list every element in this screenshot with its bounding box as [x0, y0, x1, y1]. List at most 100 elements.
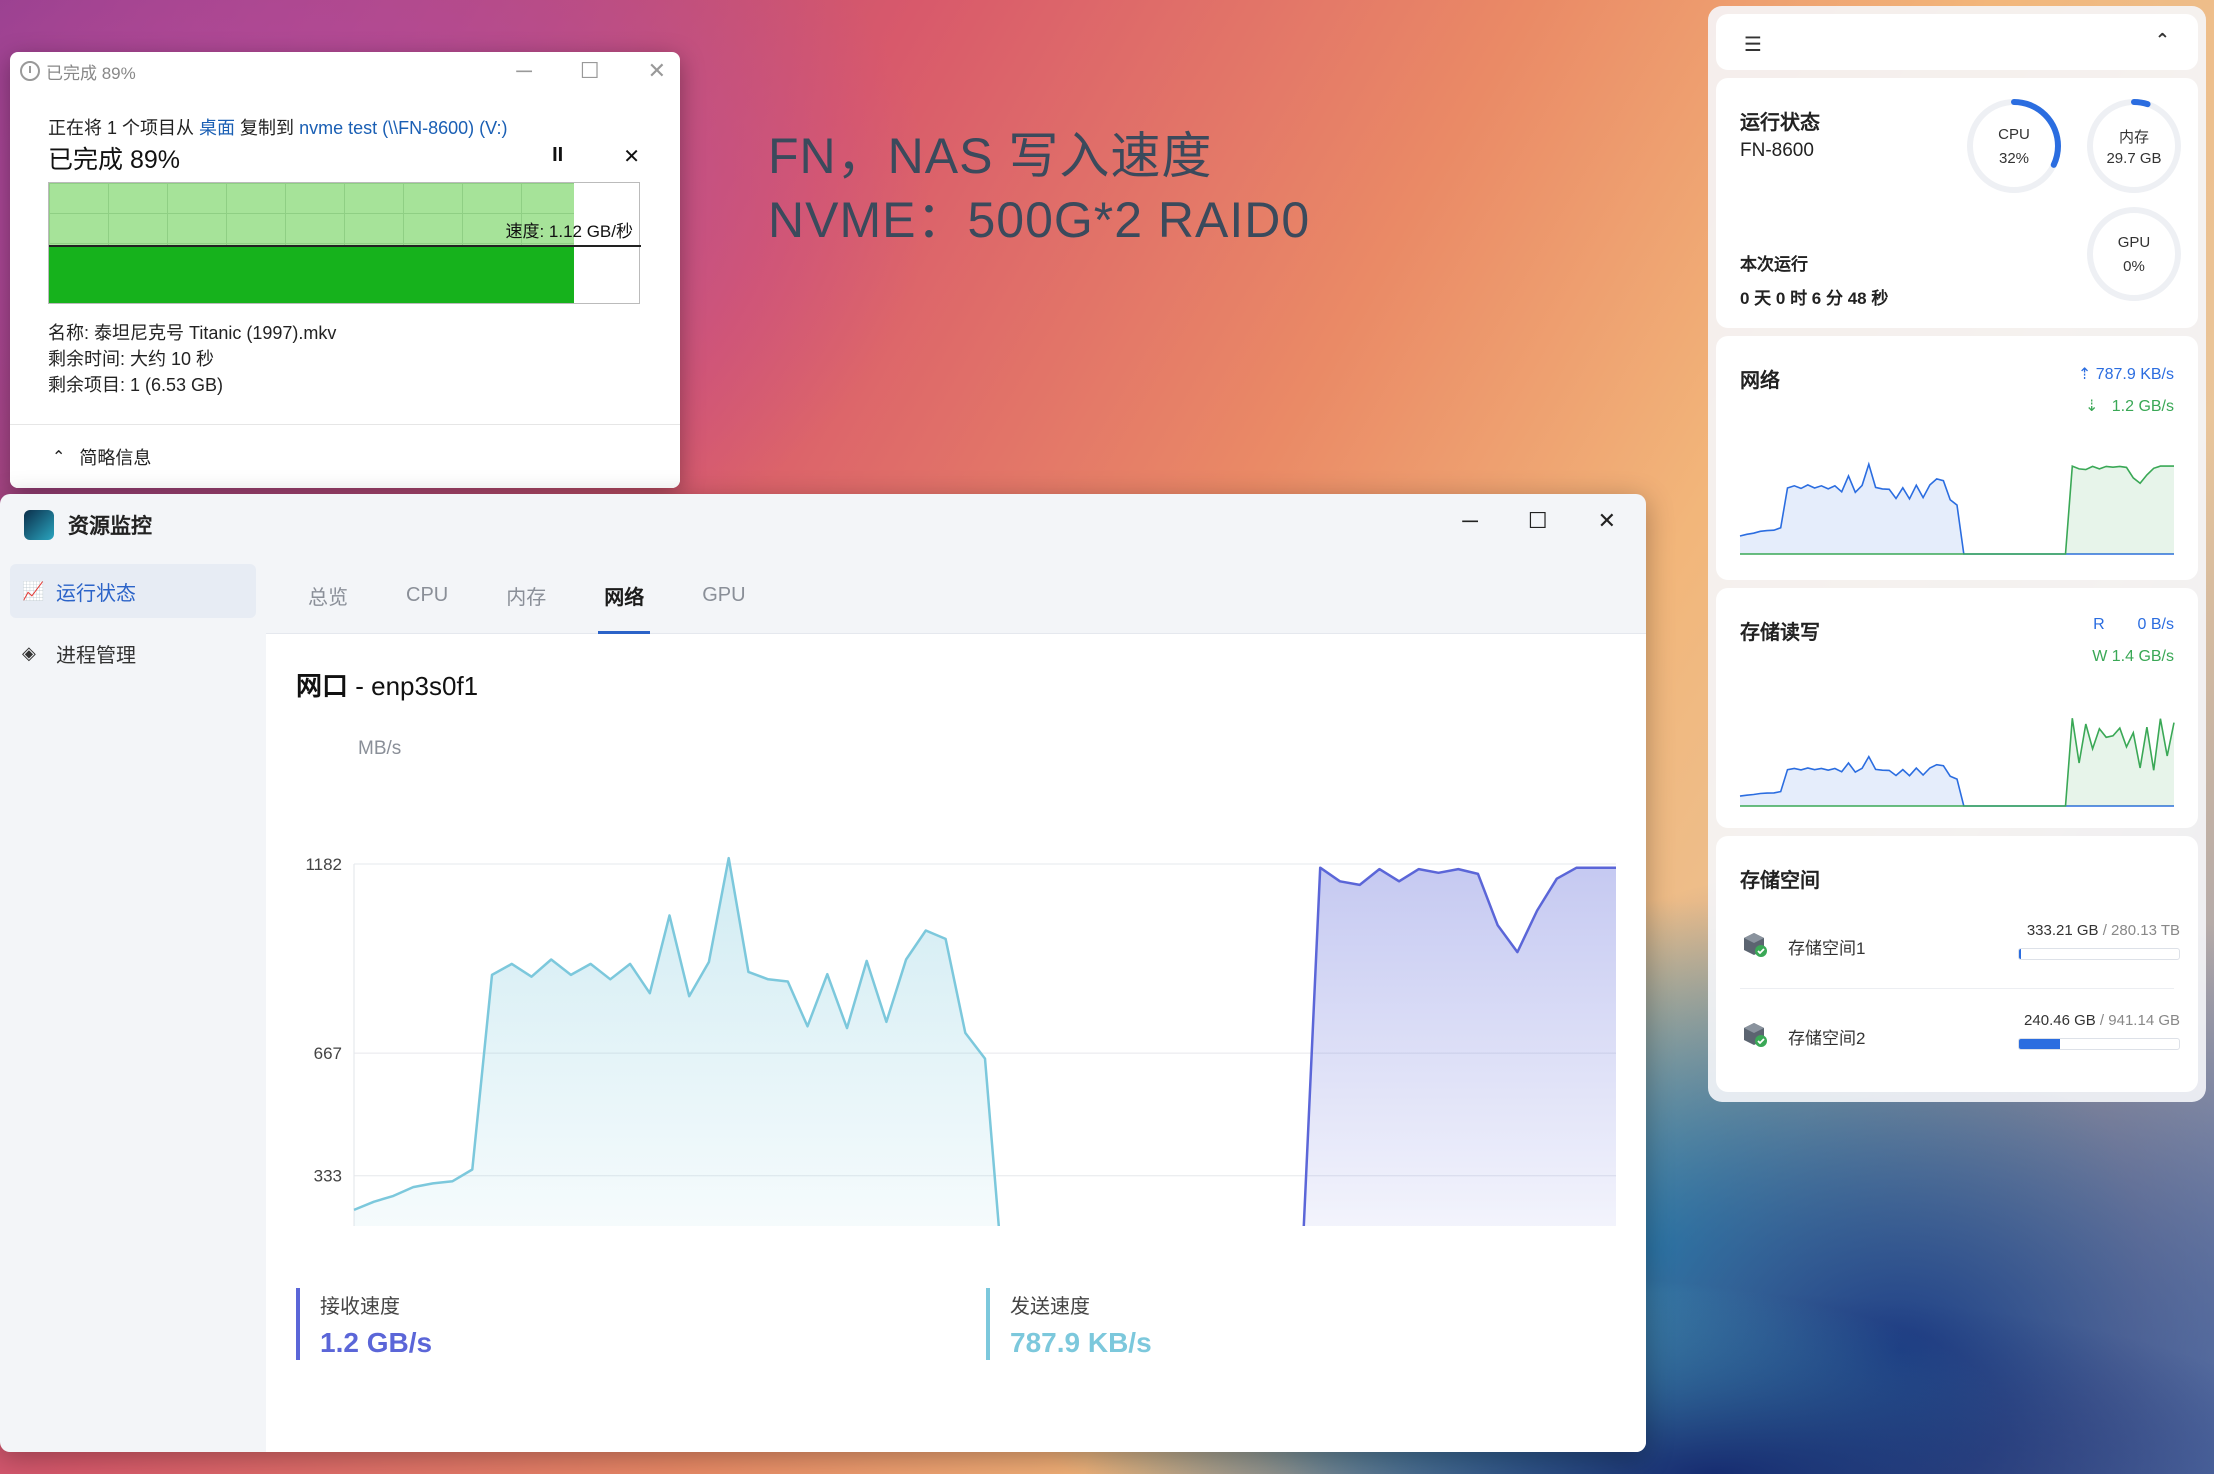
uptime-value: 0 天 0 时 6 分 48 秒	[1740, 289, 1889, 308]
clock-icon	[20, 61, 40, 81]
widget-settings-icon[interactable]: ☰	[1744, 32, 1762, 57]
resource-monitor-window: 资源监控 ─ ☐ ✕ 📈 运行状态 ◈ 进程管理 总览 CPU 内存 网络 GP…	[0, 494, 1646, 1452]
storage-usage-bar	[2018, 1038, 2180, 1050]
gpu-value: 0%	[2123, 258, 2145, 275]
send-stat: 发送速度 787.9 KB/s	[986, 1288, 1152, 1360]
close-button[interactable]: ✕	[1598, 508, 1616, 534]
chart-line-icon: 📈	[22, 580, 45, 601]
speed-line	[49, 245, 641, 247]
memory-ring: 内存 29.7 GB	[2086, 98, 2182, 194]
window-title: 资源监控	[68, 515, 152, 538]
receive-label: 接收速度	[320, 1296, 400, 1318]
sidebar-item-label: 进程管理	[56, 644, 136, 667]
file-name: 名称: 泰坦尼克号 Titanic (1997).mkv	[48, 323, 337, 343]
pause-button[interactable]: II	[552, 144, 563, 169]
storage-total: 280.13 TB	[2111, 922, 2180, 939]
sidebar-item-status[interactable]: 📈 运行状态	[10, 564, 256, 618]
status-title: 运行状态	[1740, 112, 1820, 134]
speed-fill	[49, 245, 575, 303]
network-card: 网络 ⇡ 787.9 KB/s ⇣ 1.2 GB/s	[1716, 336, 2198, 580]
divider	[1740, 988, 2174, 989]
storage-size: 333.21 GB / 280.13 TB	[2027, 922, 2180, 939]
tab-cpu[interactable]: CPU	[400, 556, 454, 634]
tab-overview[interactable]: 总览	[302, 556, 354, 634]
maximize-button: ☐	[579, 58, 600, 83]
storage-divider: /	[2098, 922, 2112, 939]
sidebar-item-processes[interactable]: ◈ 进程管理	[10, 626, 256, 680]
storage-usage-bar	[2018, 948, 2180, 960]
disk-mini-chart	[1739, 718, 2175, 807]
main-panel: 总览 CPU 内存 网络 GPU 网口 - enp3s0f1 MB/s 333 6…	[266, 556, 1646, 1452]
uptime-label: 本次运行	[1740, 255, 1808, 274]
tab-network[interactable]: 网络	[598, 556, 651, 634]
interface-heading: 网口 - enp3s0f1	[296, 666, 478, 703]
cpu-value: 32%	[1998, 150, 2030, 167]
send-value: 787.9 KB/s	[1010, 1327, 1152, 1358]
tab-bar: 总览 CPU 内存 网络 GPU	[266, 556, 1646, 634]
storage-row[interactable]: 存储空间1 333.21 GB / 280.13 TB	[1740, 916, 2180, 976]
copy-speed-graph: 速度: 1.12 GB/秒	[48, 182, 641, 304]
storage-usage-fill	[2019, 949, 2021, 959]
cpu-label: CPU	[1998, 126, 2030, 143]
storage-name: 存储空间2	[1788, 1029, 1866, 1048]
gpu-gauge	[2087, 207, 2181, 301]
storage-row[interactable]: 存储空间2 240.46 GB / 941.14 GB	[1740, 1006, 2180, 1066]
storage-size: 240.46 GB / 941.14 GB	[2024, 1012, 2180, 1029]
interface-name: enp3s0f1	[371, 671, 479, 701]
storage-name: 存储空间1	[1788, 939, 1866, 958]
storage-divider: /	[2095, 1012, 2109, 1029]
close-button[interactable]: ✕	[648, 58, 666, 84]
hostname: FN-8600	[1740, 140, 1814, 161]
chevron-up-icon: ⌃	[52, 448, 66, 466]
overlay-caption: FN，NAS 写入速度 NVME：500G*2 RAID0	[768, 124, 1310, 252]
network-chart: 333 667 1182	[305, 855, 1616, 1226]
y-tick-label: 1182	[305, 855, 342, 874]
maximize-button[interactable]: ☐	[1528, 508, 1548, 534]
layers-icon: ◈	[22, 642, 36, 663]
copy-speed: 速度: 1.12 GB/秒	[505, 222, 633, 241]
time-remaining: 剩余时间: 大约 10 秒	[48, 349, 215, 369]
cpu-gauge	[1967, 99, 2061, 193]
widget-panel: ☰ ⌃ 运行状态 FN-8600 CPU 32% 内存 29.7 GB GPU	[1708, 6, 2206, 1102]
copy-progress-dialog: 已完成 89% ─ ☐ ✕ 正在将 1 个项目从 桌面 复制到 nvme tes…	[10, 52, 680, 488]
chart-unit: MB/s	[358, 738, 402, 759]
tab-memory[interactable]: 内存	[500, 556, 552, 634]
tab-gpu[interactable]: GPU	[696, 556, 751, 634]
source-link[interactable]: 桌面	[199, 118, 235, 138]
network-mini-chart	[1739, 461, 2174, 555]
send-label: 发送速度	[1010, 1296, 1090, 1318]
sidebar: 📈 运行状态 ◈ 进程管理	[0, 556, 266, 1452]
interface-separator: -	[355, 671, 372, 701]
storage-used: 240.46 GB	[2024, 1012, 2096, 1029]
status-card: 运行状态 FN-8600 CPU 32% 内存 29.7 GB GPU 0% 本…	[1716, 78, 2198, 328]
y-tick-label: 333	[314, 1167, 342, 1186]
fewer-details-button[interactable]: ⌃ 简略信息	[10, 424, 680, 488]
overlay-line-2: NVME：500G*2 RAID0	[768, 192, 1311, 248]
cancel-copy-button[interactable]: ✕	[623, 144, 640, 169]
window-titlebar: 资源监控	[0, 494, 1646, 556]
widget-toolbar: ☰ ⌃	[1716, 14, 2198, 70]
memory-value: 29.7 GB	[2106, 150, 2162, 167]
copy-details: 名称: 泰坦尼克号 Titanic (1997).mkv 剩余时间: 大约 10…	[48, 320, 336, 398]
minimize-button[interactable]: ─	[516, 58, 532, 84]
collapse-icon[interactable]: ⌃	[2155, 30, 2170, 51]
memory-label: 内存	[2118, 129, 2149, 146]
copy-prefix: 正在将 1 个项目从	[48, 118, 195, 138]
overlay-line-1: FN，NAS 写入速度	[768, 128, 1213, 184]
gpu-ring: GPU 0%	[2086, 206, 2182, 302]
dest-link[interactable]: nvme test (\\FN-8600) (V:)	[299, 118, 507, 138]
copy-middle: 复制到	[240, 118, 295, 138]
app-logo-icon	[24, 510, 54, 540]
sidebar-item-label: 运行状态	[56, 582, 136, 605]
storage-volume-icon	[1744, 933, 1767, 957]
receive-value: 1.2 GB/s	[320, 1327, 433, 1358]
dialog-title: 已完成 89%	[46, 63, 136, 83]
minimize-button[interactable]: ─	[1462, 508, 1478, 534]
storage-volume-icon	[1744, 1023, 1767, 1047]
storage-total: 941.14 GB	[2108, 1012, 2180, 1029]
storage-usage-fill	[2019, 1039, 2060, 1049]
storage-card: 存储空间 存储空间1 333.21 GB / 280.13 TB 存储空间2 2…	[1716, 836, 2198, 1092]
storage-title: 存储空间	[1740, 870, 1820, 892]
gpu-label: GPU	[2117, 234, 2151, 251]
disk-io-card: 存储读写 R 0 B/s W 1.4 GB/s	[1716, 588, 2198, 828]
